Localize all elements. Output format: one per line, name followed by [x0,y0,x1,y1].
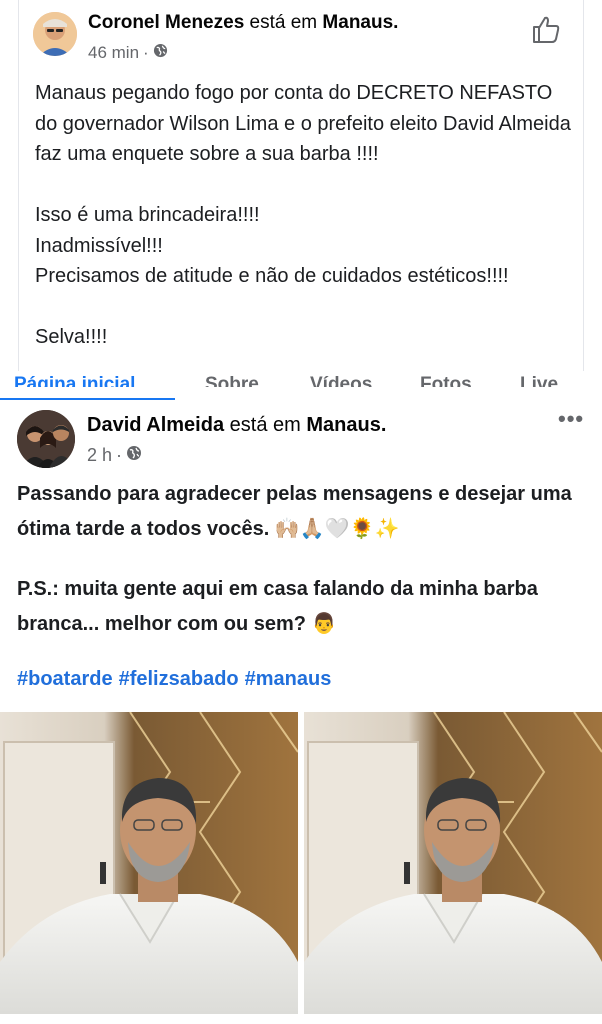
hashtag-list: #boatarde #felizsabado #manaus [17,668,331,691]
location-link[interactable]: Manaus. [306,414,386,436]
post-paragraph: Selva!!!! [35,326,108,348]
author-name[interactable]: Coronel Menezes [88,12,244,33]
post-photo[interactable] [0,712,298,1014]
meta-separator: · [143,43,149,62]
meta-separator: · [116,445,123,465]
tab-fotos[interactable]: Fotos [420,374,472,387]
page-tabs: Página inicial Sobre Vídeos Fotos Live [0,371,602,387]
header-connector: está em [249,12,318,33]
avatar[interactable] [17,410,75,468]
post-time[interactable]: 2 h [87,445,112,466]
post-paragraph: Passando para agradecer pelas mensagens … [17,477,592,546]
post-header-title: David Almeida está em Manaus. [87,414,386,437]
tab-pagina-inicial[interactable]: Página inicial [14,374,135,387]
post-paragraph: Manaus pegando fogo por conta do DECRETO… [35,82,571,165]
post-time[interactable]: 46 min [88,43,139,63]
avatar[interactable] [33,12,77,56]
author-name[interactable]: David Almeida [87,414,224,436]
post-paragraph: Precisamos de atitude e não de cuidados … [35,265,509,287]
post-photo[interactable] [304,712,602,1014]
post-meta: 2 h · [87,445,142,466]
tab-sobre[interactable]: Sobre [205,374,259,387]
man-emoji: 👨 [311,611,337,635]
tab-live[interactable]: Live [520,374,558,387]
post-text: Manaus pegando fogo por conta do DECRETO… [35,78,575,353]
post-meta: 46 min · [88,43,168,63]
post-paragraph: Inadmissível!!! [35,234,163,257]
post-david-almeida: David Almeida está em Manaus. 2 h · ••• … [0,400,602,1024]
post-coronel-menezes: Coronel Menezes está em Manaus. 46 min ·… [0,0,602,380]
globe-icon [153,43,168,63]
hashtag-link[interactable]: #boatarde [17,668,113,691]
post-paragraph: P.S.: muita gente aqui em casa falando d… [17,572,592,641]
header-connector: está em [229,414,301,436]
paragraph-text: P.S.: muita gente aqui em casa falando d… [17,578,538,635]
hashtag-link[interactable]: #felizsabado [119,668,239,691]
tab-videos[interactable]: Vídeos [310,374,372,387]
location-link[interactable]: Manaus. [322,12,398,33]
hashtag-link[interactable]: #manaus [245,668,332,691]
post-text: Passando para agradecer pelas mensagens … [17,477,592,667]
thumbs-up-icon[interactable] [530,14,562,46]
emoji-sequence: 🙌🏼🙏🏼🤍🌻✨ [274,516,400,540]
more-options-icon[interactable]: ••• [558,408,584,430]
globe-icon [126,445,142,466]
post-paragraph: Isso é uma brincadeira!!!! [35,204,260,226]
post-header-title: Coronel Menezes está em Manaus. [88,12,398,34]
